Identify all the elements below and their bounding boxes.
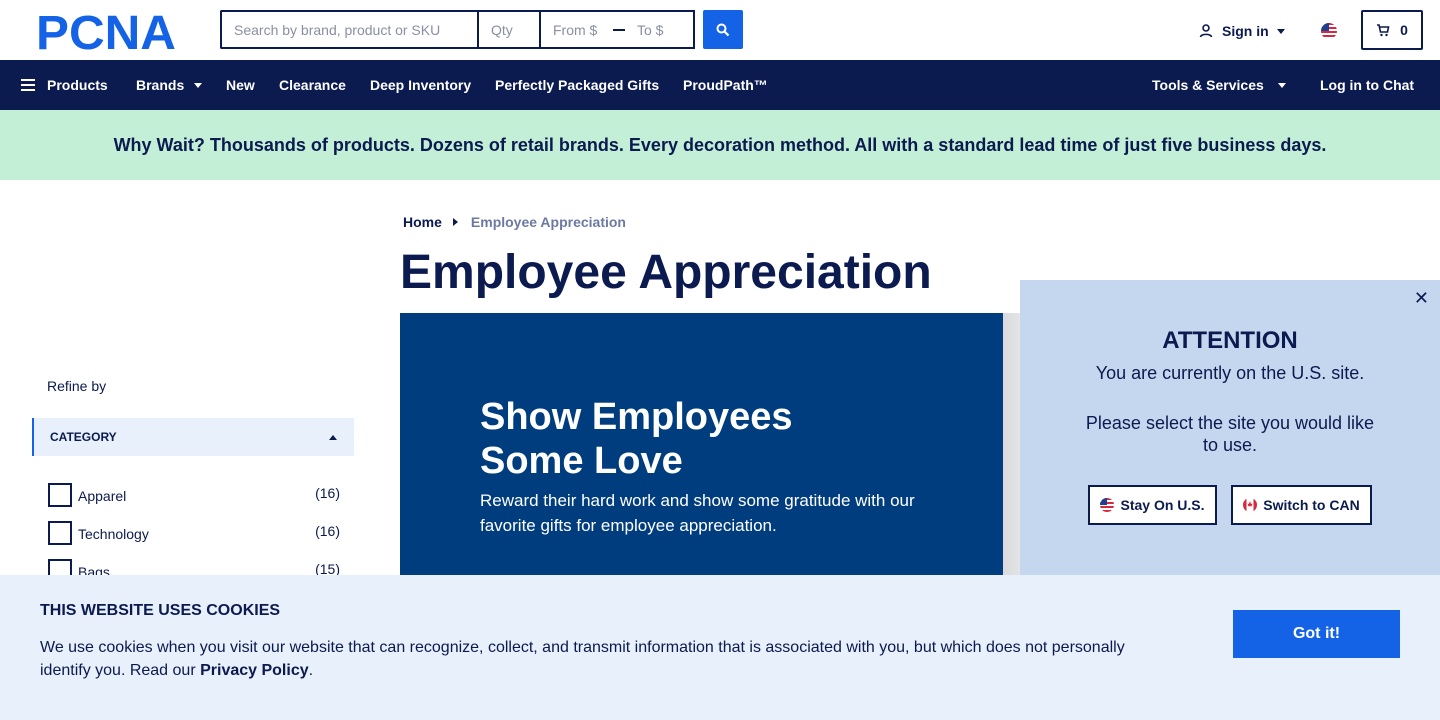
us-flag-icon [1100,498,1115,512]
nav-brands-label: Brands [136,77,185,93]
popup-title: ATTENTION [1162,327,1298,354]
sign-in-label: Sign in [1222,23,1269,39]
stay-us-label: Stay On U.S. [1120,497,1205,513]
cookie-text-block: We use cookies when you visit our websit… [40,636,1160,682]
search-input[interactable] [220,10,478,49]
popup-line-1: You are currently on the U.S. site. [1095,363,1365,383]
cart-button[interactable]: 0 [1361,10,1423,50]
promo-banner[interactable]: Why Wait? Thousands of products. Dozens … [0,110,1440,180]
nav-clearance[interactable]: Clearance [279,60,346,110]
range-dash [613,29,625,31]
chevron-down-icon [1277,82,1286,88]
cart-icon [1377,24,1390,37]
hero-banner[interactable]: Show Employees Some Love Reward their ha… [400,313,1040,575]
cookie-banner: THIS WEBSITE USES COOKIES We use cookies… [0,575,1440,720]
chevron-down-icon [194,82,203,88]
breadcrumb-home[interactable]: Home [403,214,442,230]
breadcrumb-current: Employee Appreciation [470,214,626,230]
hamburger-icon [21,79,35,91]
facet-checkbox[interactable] [48,483,72,507]
price-range [539,10,695,49]
nav-proudpath[interactable]: ProudPath™ [683,60,768,110]
privacy-policy-link[interactable]: Privacy Policy [200,662,309,679]
promo-text: Why Wait? Thousands of products. Dozens … [113,134,1327,155]
site-select-popup: ✕ ATTENTION You are currently on the U.S… [1020,280,1440,580]
facet-count: (16) [315,523,340,539]
refine-by-label: Refine by [47,378,107,394]
nav-proudpath-label: ProudPath™ [683,77,768,93]
nav-perfectly-packaged-label: Perfectly Packaged Gifts [495,77,660,93]
nav-deep-inventory[interactable]: Deep Inventory [370,60,471,110]
facet-count: (16) [315,485,340,501]
nav-new[interactable]: New [226,60,255,110]
nav-products-label: Products [47,77,108,93]
switch-can-label: Switch to CAN [1263,497,1360,513]
sign-in-menu[interactable]: Sign in [1198,20,1285,42]
nav-perfectly-packaged-gifts[interactable]: Perfectly Packaged Gifts [495,60,659,110]
nav-log-in-chat[interactable]: Log in to Chat [1320,60,1414,110]
breadcrumb: Home Employee Appreciation [403,214,626,230]
price-from-input[interactable] [553,12,609,47]
canada-flag-icon [1243,498,1258,512]
category-filter-header[interactable]: CATEGORY [32,418,354,456]
nav-products[interactable]: Products [21,60,108,110]
got-it-button[interactable]: Got it! [1233,610,1400,658]
facet-apparel[interactable]: Apparel (16) [48,483,340,507]
nav-tools-services-label: Tools & Services [1152,77,1264,93]
chevron-down-icon [1276,28,1285,34]
qty-input[interactable] [477,10,540,49]
user-icon [1199,24,1213,38]
facet-checkbox[interactable] [48,521,72,545]
search-icon [716,23,730,36]
stay-us-button[interactable]: Stay On U.S. [1088,485,1217,525]
nav-brands[interactable]: Brands [136,60,203,110]
switch-can-button[interactable]: Switch to CAN [1231,485,1372,525]
facet-label: Technology [78,526,149,542]
cookie-title: THIS WEBSITE USES COOKIES [40,602,281,619]
pcna-logo[interactable]: PCNA [36,11,184,51]
nav-tools-services[interactable]: Tools & Services [1152,60,1286,110]
chevron-right-icon [452,218,458,226]
close-icon[interactable]: ✕ [1414,288,1429,309]
hero-body: Reward their hard work and show some gra… [480,491,915,535]
facet-technology[interactable]: Technology (16) [48,521,340,545]
page-title: Employee Appreciation [400,246,932,299]
main-nav: Products Brands New Clearance Deep Inven… [0,60,1440,110]
price-to-input[interactable] [637,12,693,47]
chevron-up-icon [329,435,337,440]
logo-text: PCNA [36,11,176,51]
nav-new-label: New [226,77,255,93]
us-flag-icon[interactable] [1321,23,1337,39]
facet-label: Apparel [78,488,127,504]
top-header: PCNA Sign in 0 [0,0,1440,60]
nav-log-in-chat-label: Log in to Chat [1320,77,1415,93]
category-header-label: CATEGORY [50,430,117,444]
popup-line-2: Please select the site you would like to… [1085,413,1375,455]
hero-headline: Show Employees Some Love [480,396,793,482]
search-button[interactable] [703,10,743,49]
cookie-period: . [308,662,314,679]
nav-clearance-label: Clearance [279,77,346,93]
nav-deep-inventory-label: Deep Inventory [370,77,472,93]
cart-count: 0 [1400,22,1408,38]
